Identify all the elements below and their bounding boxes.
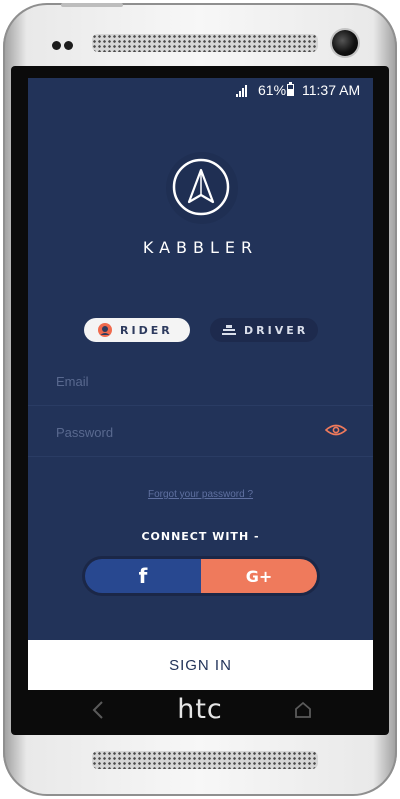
htc-logo: htc bbox=[177, 694, 223, 725]
status-clock: 11:37 AM bbox=[302, 82, 361, 98]
driver-label: DRIVER bbox=[244, 323, 309, 337]
status-bar: 61% 11:37 AM bbox=[28, 78, 373, 104]
bottom-speaker-grille bbox=[92, 751, 318, 769]
power-button bbox=[61, 3, 123, 7]
signal-icon bbox=[236, 85, 250, 97]
forgot-password-link[interactable]: Forgot your password ? bbox=[148, 489, 253, 500]
email-field-row bbox=[28, 355, 373, 406]
app-screen: 61% 11:37 AM KABBLER RIDER DRIVER Email … bbox=[28, 78, 373, 690]
navigation-arrow-icon bbox=[172, 158, 230, 216]
battery-percentage: 61% bbox=[258, 82, 287, 98]
home-key-icon[interactable] bbox=[294, 701, 312, 718]
rider-label: RIDER bbox=[120, 323, 173, 337]
facebook-icon: f bbox=[138, 564, 148, 588]
forgot-password-row: Forgot your password ? bbox=[28, 482, 373, 501]
connect-with-label: CONNECT WITH - bbox=[141, 530, 260, 543]
role-toggle: RIDER DRIVER bbox=[84, 318, 320, 342]
proximity-sensor bbox=[52, 41, 82, 51]
driver-icon bbox=[222, 325, 236, 335]
google-plus-icon: G+ bbox=[245, 566, 273, 586]
brand-wordmark: KABBLER bbox=[142, 238, 259, 257]
battery-icon bbox=[287, 82, 294, 96]
facebook-login-button[interactable]: f bbox=[85, 559, 201, 593]
driver-role-button[interactable]: DRIVER bbox=[210, 318, 318, 342]
sign-in-button[interactable]: SIGN IN bbox=[28, 640, 373, 690]
email-input[interactable] bbox=[54, 369, 298, 393]
rider-icon bbox=[98, 323, 112, 337]
front-camera bbox=[332, 30, 358, 56]
rider-role-button[interactable]: RIDER bbox=[84, 318, 190, 342]
password-field-row bbox=[28, 406, 373, 457]
eye-icon[interactable] bbox=[325, 423, 347, 437]
password-input[interactable] bbox=[54, 420, 298, 444]
top-speaker-grille bbox=[92, 34, 318, 52]
social-login-group: f G+ bbox=[82, 556, 320, 596]
google-plus-login-button[interactable]: G+ bbox=[201, 559, 317, 593]
